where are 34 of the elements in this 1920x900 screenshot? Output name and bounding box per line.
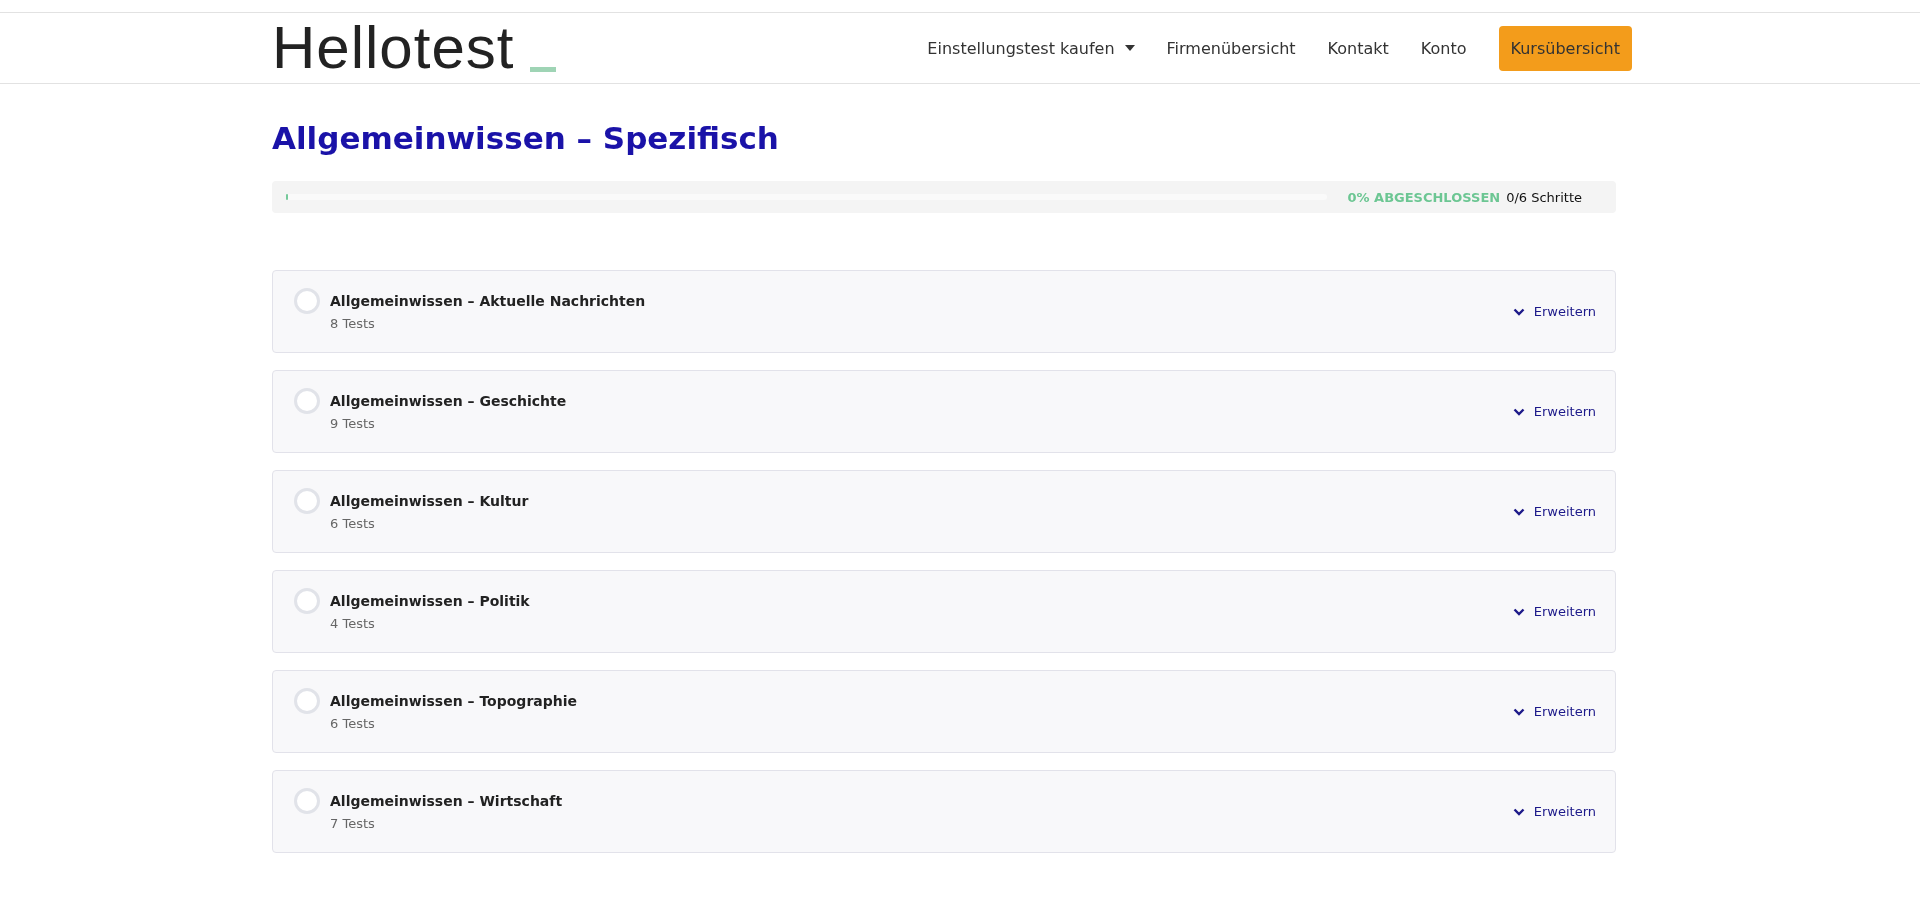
- course-title: Allgemeinwissen – Spezifisch: [272, 120, 780, 156]
- chevron-down-icon: [1512, 707, 1525, 716]
- lesson-title[interactable]: Allgemeinwissen – Topographie: [330, 692, 1499, 709]
- test-count: 6 Tests: [330, 515, 376, 531]
- chevron-down-icon: [1512, 307, 1525, 316]
- expand-button[interactable]: Erweitern: [1508, 800, 1600, 823]
- test-count: 6 Tests: [330, 715, 376, 731]
- course-overview-button[interactable]: Kursübersicht: [1498, 25, 1632, 71]
- expand-button[interactable]: Erweitern: [1508, 500, 1600, 523]
- nav-link[interactable]: Kontakt: [1327, 38, 1389, 58]
- expand-button[interactable]: Erweitern: [1508, 700, 1600, 723]
- nav-dropdown[interactable]: Einstellungstest kaufen: [927, 38, 1135, 58]
- progress-steps: 0/6 Schritte: [1506, 189, 1582, 205]
- hellotest-logo[interactable]: Hellotest: [272, 18, 557, 78]
- chevron-down-icon: [1512, 807, 1525, 816]
- test-count: 9 Tests: [330, 415, 376, 431]
- chevron-down-icon: [1512, 407, 1525, 416]
- expand-button[interactable]: Erweitern: [1508, 600, 1600, 623]
- lesson-title[interactable]: Allgemeinwissen – Geschichte: [330, 392, 1499, 409]
- nav-link[interactable]: Firmenübersicht: [1166, 38, 1296, 58]
- expand-button[interactable]: Erweitern: [1508, 400, 1600, 423]
- lesson-title[interactable]: Allgemeinwissen – Politik: [330, 592, 1499, 609]
- caret-icon: [1124, 45, 1135, 51]
- lesson-title[interactable]: Allgemeinwissen – Wirtschaft: [330, 792, 1499, 809]
- test-count: 4 Tests: [330, 615, 376, 631]
- nav-link[interactable]: Konto: [1420, 38, 1467, 58]
- lesson-title[interactable]: Allgemeinwissen – Kultur: [330, 492, 1499, 509]
- chevron-down-icon: [1512, 507, 1525, 516]
- expand-button[interactable]: Erweitern: [1508, 300, 1600, 323]
- progress-percent: 0% ABGESCHLOSSEN: [1347, 189, 1501, 205]
- lesson-title[interactable]: Allgemeinwissen – Aktuelle Nachrichten: [330, 292, 1499, 309]
- chevron-down-icon: [1512, 607, 1525, 616]
- test-count: 8 Tests: [330, 315, 376, 331]
- test-count: 7 Tests: [330, 815, 376, 831]
